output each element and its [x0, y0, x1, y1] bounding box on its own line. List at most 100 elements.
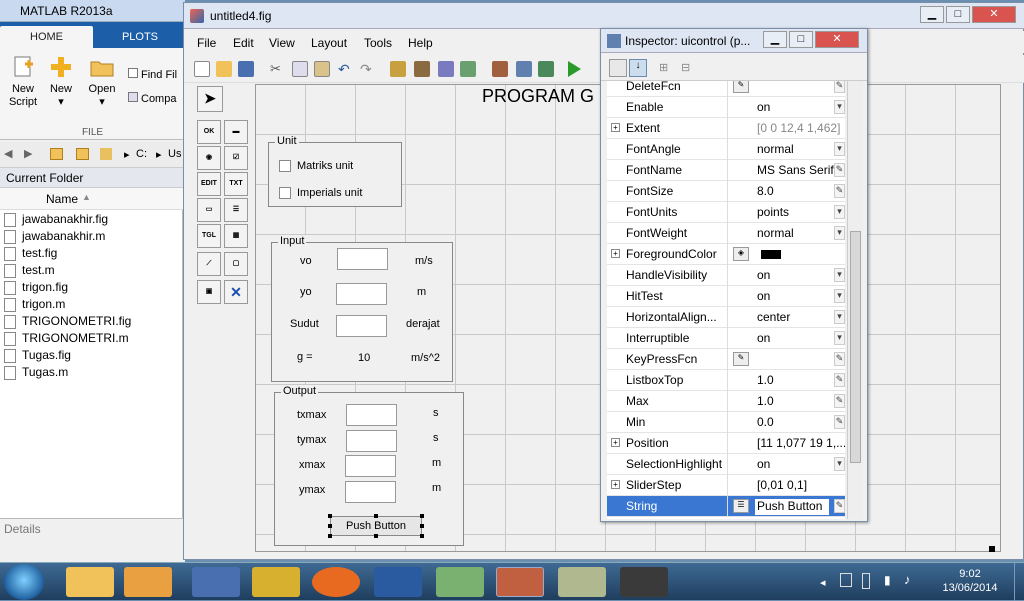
palette-toggle-button[interactable]: TGL	[197, 224, 221, 248]
palette-table-icon[interactable]: ▦	[224, 224, 248, 248]
sort-az-icon[interactable]: ↓	[629, 59, 647, 77]
prop-row-extent[interactable]: + Extent [0 0 12,4 1,462]	[607, 118, 845, 139]
menu-editor-icon[interactable]	[414, 61, 430, 77]
prop-row-fontsize[interactable]: FontSize 8.0 ✎	[607, 181, 845, 202]
new-script-button[interactable]: New Script	[6, 54, 40, 109]
color-picker-icon[interactable]: ◈	[733, 247, 749, 261]
firefox-taskbar-icon[interactable]	[312, 567, 360, 597]
palette-button-group-icon[interactable]: ▣	[197, 280, 221, 304]
paste-icon[interactable]	[314, 61, 330, 77]
maximize-button[interactable]: □	[946, 6, 970, 23]
prop-row-foregroundcolor[interactable]: + ForegroundColor ◈	[607, 244, 845, 265]
explorer-taskbar-icon[interactable]	[66, 567, 114, 597]
callback-editor-icon[interactable]: ✎	[733, 352, 749, 366]
tab-home[interactable]: HOME	[0, 26, 93, 48]
inspector-close-button[interactable]: ✕	[815, 31, 859, 48]
edit-pencil-icon[interactable]: ✎	[834, 373, 845, 387]
tab-plots[interactable]: PLOTS	[100, 26, 180, 48]
address-bar[interactable]: ◀ ▶ ▸ C: ▸ Us	[0, 142, 185, 168]
expand-icon[interactable]: +	[611, 438, 620, 447]
matlab-taskbar-icon[interactable]	[496, 567, 544, 597]
file-item[interactable]: jawabanakhir.m	[4, 228, 105, 245]
prop-row-selectionhighlight[interactable]: SelectionHighlight on ▾	[607, 454, 845, 475]
inspector-maximize-button[interactable]: □	[789, 31, 813, 48]
ymax-field[interactable]	[345, 481, 396, 503]
word-taskbar-icon[interactable]	[374, 567, 422, 597]
media-player-taskbar-icon[interactable]	[124, 567, 172, 597]
file-item[interactable]: test.m	[4, 262, 55, 279]
dropdown-arrow-icon[interactable]: ▾	[834, 268, 845, 282]
path-segment-c[interactable]: C:	[136, 148, 147, 160]
find-files-button[interactable]: Find Fil	[128, 68, 177, 81]
edit-pencil-icon[interactable]: ✎	[834, 352, 845, 366]
flag-icon[interactable]	[840, 573, 852, 587]
network-taskbar-icon[interactable]	[192, 567, 240, 597]
undo-icon[interactable]: ↶	[338, 61, 354, 77]
prop-row-keypressfcn[interactable]: KeyPressFcn ✎ ✎	[607, 349, 845, 370]
menu-help[interactable]: Help	[408, 36, 433, 50]
prop-row-interruptible[interactable]: Interruptible on ▾	[607, 328, 845, 349]
property-inspector-icon[interactable]	[516, 61, 532, 77]
cut-icon[interactable]: ✂	[270, 61, 286, 77]
prop-row-sliderstep[interactable]: + SliderStep [0,01 0,1]	[607, 475, 845, 496]
scrollbar-thumb[interactable]	[850, 231, 861, 463]
prop-row-fontangle[interactable]: FontAngle normal ▾	[607, 139, 845, 160]
expand-icon[interactable]: +	[611, 480, 620, 489]
select-tool-icon[interactable]: ➤	[197, 86, 223, 112]
compare-button[interactable]: Compa	[128, 92, 176, 105]
selection-handle[interactable]	[374, 514, 378, 518]
prop-row-max[interactable]: Max 1.0 ✎	[607, 391, 845, 412]
file-item[interactable]: TRIGONOMETRI.m	[4, 330, 129, 347]
resize-handle-icon[interactable]	[989, 546, 995, 552]
tray-arrow-icon[interactable]: ◂	[820, 576, 826, 589]
current-folder-list[interactable]: Name ▲ jawabanakhir.fig jawabanakhir.m t…	[0, 188, 183, 518]
prop-row-fontname[interactable]: FontName MS Sans Serif ✎	[607, 160, 845, 181]
column-header-name[interactable]: Name ▲	[0, 188, 183, 210]
yo-input[interactable]	[336, 283, 387, 305]
vo-input[interactable]	[337, 248, 388, 270]
property-grid[interactable]: DeleteFcn ✎ ✎ Enable on ▾ + Extent [0 0 12,4 1…	[607, 81, 845, 519]
path-segment-users[interactable]: Us	[168, 148, 181, 160]
file-item[interactable]: jawabanakhir.fig	[4, 211, 108, 228]
expand-icon[interactable]: +	[611, 249, 620, 258]
matriks-checkbox[interactable]	[279, 160, 291, 172]
toolbar-editor-icon[interactable]	[460, 61, 476, 77]
menu-edit[interactable]: Edit	[233, 36, 254, 50]
dropdown-arrow-icon[interactable]: ▾	[834, 100, 845, 114]
prop-row-horizontalalignment[interactable]: HorizontalAlign... center ▾	[607, 307, 845, 328]
file-item[interactable]: trigon.m	[4, 296, 65, 313]
selection-handle[interactable]	[328, 514, 332, 518]
m-file-editor-icon[interactable]	[492, 61, 508, 77]
object-browser-icon[interactable]	[538, 61, 554, 77]
input-panel[interactable]: Input vo m/s yo m Sudut derajat g = 10 m…	[271, 235, 453, 382]
edit-pencil-icon[interactable]: ✎	[834, 163, 845, 177]
menu-layout[interactable]: Layout	[311, 36, 347, 50]
palette-slider-icon[interactable]: ▬	[224, 120, 248, 144]
palette-checkbox-icon[interactable]: ☑	[224, 146, 248, 170]
dropdown-arrow-icon[interactable]: ▾	[834, 142, 845, 156]
menu-tools[interactable]: Tools	[364, 36, 392, 50]
color-swatch[interactable]	[761, 250, 781, 259]
align-objects-icon[interactable]	[390, 61, 406, 77]
app-taskbar-icon[interactable]	[558, 567, 606, 597]
collapse-all-icon[interactable]: ⊟	[681, 61, 697, 75]
string-value-input[interactable]: Push Button	[755, 499, 829, 515]
show-desktop-button[interactable]	[1014, 563, 1024, 601]
prop-row-position[interactable]: + Position [11 1,077 19 1,...	[607, 433, 845, 454]
file-item[interactable]: trigon.fig	[4, 279, 68, 296]
file-item[interactable]: TRIGONOMETRI.fig	[4, 313, 131, 330]
save-icon[interactable]	[238, 61, 254, 77]
xmax-field[interactable]	[345, 455, 396, 477]
imperials-checkbox[interactable]	[279, 187, 291, 199]
selection-handle[interactable]	[328, 524, 332, 528]
details-panel[interactable]: Details	[0, 518, 185, 562]
selection-handle[interactable]	[328, 534, 332, 538]
menu-file[interactable]: File	[197, 36, 216, 50]
string-editor-icon[interactable]: ☰	[733, 499, 749, 513]
prop-row-handlevisibility[interactable]: HandleVisibility on ▾	[607, 265, 845, 286]
run-icon[interactable]	[568, 61, 581, 77]
txmax-field[interactable]	[346, 404, 397, 426]
unit-panel[interactable]: Unit Matriks unit Imperials unit	[268, 135, 402, 207]
callback-editor-icon[interactable]: ✎	[733, 81, 749, 93]
network-icon[interactable]: ▮	[884, 573, 891, 587]
